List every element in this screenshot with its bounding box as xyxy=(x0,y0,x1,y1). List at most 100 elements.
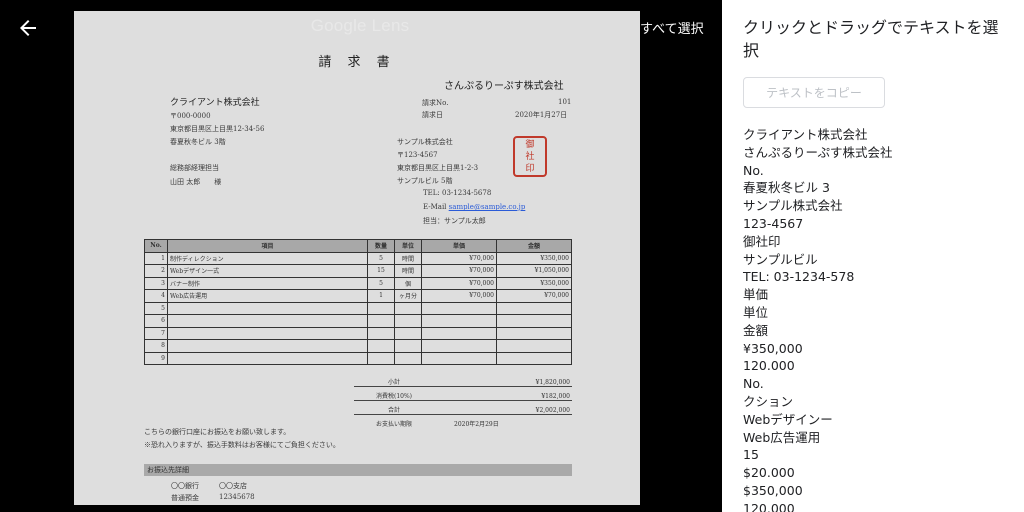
extracted-text-line[interactable]: サンプルビル xyxy=(743,251,893,269)
summary-total-row: 合計 ¥2,002,000 xyxy=(354,401,572,415)
item-qty xyxy=(367,339,395,353)
doc-title: 請 求 書 xyxy=(318,55,396,70)
extracted-text-line[interactable]: 単位 xyxy=(743,304,893,322)
item-qty: 15 xyxy=(367,264,395,278)
due-label: お支払い期限 xyxy=(375,421,412,428)
item-amount xyxy=(496,351,572,365)
item-no: 9 xyxy=(144,351,168,365)
item-unit: 時間 xyxy=(394,251,422,265)
invoice-items-table: No. 項目 数量 単位 単価 金額 1 制作ディレクション 5 時間 ¥70,000 ¥… xyxy=(144,239,572,365)
extracted-text-line[interactable]: Webデザインー xyxy=(743,411,893,429)
bank-type: 普通預金 xyxy=(171,494,199,502)
copy-text-button[interactable]: テキストをコピー xyxy=(743,77,885,108)
doc-note-1: こちらの銀行口座にお振込をお願い致します。 xyxy=(144,428,291,436)
extracted-text-line[interactable]: 春夏秋冬ビル 3 xyxy=(743,179,893,197)
doc-invoice-no-label: 請求No. xyxy=(422,99,449,107)
item-no: 7 xyxy=(144,326,168,340)
table-row: 3 バナー制作 5 個 ¥70,000 ¥350,000 xyxy=(144,276,572,290)
extracted-text-line[interactable]: 金額 xyxy=(743,322,893,340)
due-value: 2020年2月29日 xyxy=(454,421,499,428)
google-lens-title: Google Lens xyxy=(310,16,410,35)
panel-heading: クリックとドラッグでテキストを選択 xyxy=(743,18,999,60)
table-header-no: No. xyxy=(144,239,168,253)
item-unit xyxy=(394,326,422,340)
item-name xyxy=(167,351,368,365)
doc-invoice-date: 2020年1月27日 xyxy=(515,111,568,119)
extracted-text-line[interactable]: $350,000 xyxy=(743,482,893,500)
table-header-unit: 単位 xyxy=(394,239,422,253)
extracted-text-line[interactable]: 120.000 xyxy=(743,500,893,512)
extracted-text-line[interactable]: 単価 xyxy=(743,286,893,304)
item-unit xyxy=(394,351,422,365)
doc-sender-contact: 担当：サンプル太郎 xyxy=(423,217,486,225)
extracted-text-line[interactable]: Web広告運用 xyxy=(743,429,893,447)
extracted-text-line[interactable]: 御社印 xyxy=(743,233,893,251)
summary-due-row: お支払い期限 2020年2月29日 xyxy=(354,415,572,428)
summary-tax-row: 消費税(10%) ¥182,000 xyxy=(354,387,572,401)
item-amount xyxy=(496,339,572,353)
item-qty xyxy=(367,326,395,340)
item-name xyxy=(167,301,368,315)
item-unit xyxy=(394,339,422,353)
doc-sender-postal: 〒123-4567 xyxy=(397,151,438,159)
doc-note-2: ※恐れ入りますが、振込手数料はお客様にてご負担ください。 xyxy=(144,441,340,449)
item-price xyxy=(421,314,497,328)
doc-email-label: E-Mail xyxy=(423,203,447,211)
item-unit xyxy=(394,301,422,315)
table-row: 8 xyxy=(144,339,572,353)
item-name xyxy=(167,339,368,353)
extracted-text-line[interactable]: No. xyxy=(743,375,893,393)
doc-client-postal: 〒000-0000 xyxy=(170,112,211,120)
item-qty xyxy=(367,314,395,328)
doc-sender-email-row: E-Mail sample@sample.co.jp xyxy=(423,203,525,211)
item-unit: 時間 xyxy=(394,264,422,278)
extracted-text-line[interactable]: TEL: 03-1234-578 xyxy=(743,268,893,286)
doc-invoice-date-label: 請求日 xyxy=(422,111,443,119)
item-name xyxy=(167,314,368,328)
item-unit: 個 xyxy=(394,276,422,290)
item-qty: 1 xyxy=(367,289,395,303)
item-price: ¥70,000 xyxy=(421,289,497,303)
extracted-text-line[interactable]: クション xyxy=(743,393,893,411)
text-selection-panel: クリックとドラッグでテキストを選択 テキストをコピー クライアント株式会社 さんぷ… xyxy=(722,0,1024,512)
extracted-text-line[interactable]: さんぷるりーぷす株式会社 xyxy=(743,144,893,162)
extracted-text-line[interactable]: ¥350,000 xyxy=(743,340,893,358)
extracted-text-line[interactable]: No. xyxy=(743,162,893,180)
doc-client-person: 山田 太郎 様 xyxy=(170,178,222,186)
item-price xyxy=(421,301,497,315)
table-row: 5 xyxy=(144,301,572,315)
table-row: 1 制作ディレクション 5 時間 ¥70,000 ¥350,000 xyxy=(144,251,572,265)
item-amount xyxy=(496,314,572,328)
extracted-text-line[interactable]: サンプル株式会社 xyxy=(743,197,893,215)
item-amount: ¥70,000 xyxy=(496,289,572,303)
doc-sender-tel: TEL: 03-1234-5678 xyxy=(423,189,492,197)
doc-client-address: 東京都目黒区上目黒12-34-56 xyxy=(170,125,265,133)
item-no: 5 xyxy=(144,301,168,315)
bank-header: お振込先詳細 xyxy=(144,464,572,476)
item-amount: ¥350,000 xyxy=(496,251,572,265)
item-amount xyxy=(496,301,572,315)
doc-sender-company: サンプル株式会社 xyxy=(397,138,453,146)
extracted-text-line[interactable]: 15 xyxy=(743,446,893,464)
item-no: 2 xyxy=(144,264,168,278)
item-no: 8 xyxy=(144,339,168,353)
item-name: バナー制作 xyxy=(167,276,368,290)
item-qty: 5 xyxy=(367,251,395,265)
subtotal-label: 小計 xyxy=(387,379,400,386)
item-name: 制作ディレクション xyxy=(167,251,368,265)
doc-client-dept: 総務部経理担当 xyxy=(170,164,219,172)
select-all-button[interactable]: すべて選択 xyxy=(640,18,704,37)
item-price xyxy=(421,351,497,365)
invoice-document-image[interactable]: 請 求 書 さんぷるりーぷす株式会社 クライアント株式会社 〒000-0000 … xyxy=(74,11,640,505)
tax-value: ¥182,000 xyxy=(541,393,570,400)
extracted-text-line[interactable]: $20.000 xyxy=(743,464,893,482)
total-label: 合計 xyxy=(387,407,400,414)
item-price: ¥70,000 xyxy=(421,251,497,265)
doc-issuer: さんぷるりーぷす株式会社 xyxy=(444,81,564,92)
item-amount: ¥1,050,000 xyxy=(496,264,572,278)
extracted-text-list: クライアント株式会社 さんぷるりーぷす株式会社 No. 春夏秋冬ビル 3 サンプル株式会… xyxy=(743,126,893,512)
extracted-text-line[interactable]: 120.000 xyxy=(743,357,893,375)
extracted-text-line[interactable]: 123-4567 xyxy=(743,215,893,233)
extracted-text-line[interactable]: クライアント株式会社 xyxy=(743,126,893,144)
back-arrow-icon[interactable] xyxy=(16,16,40,40)
